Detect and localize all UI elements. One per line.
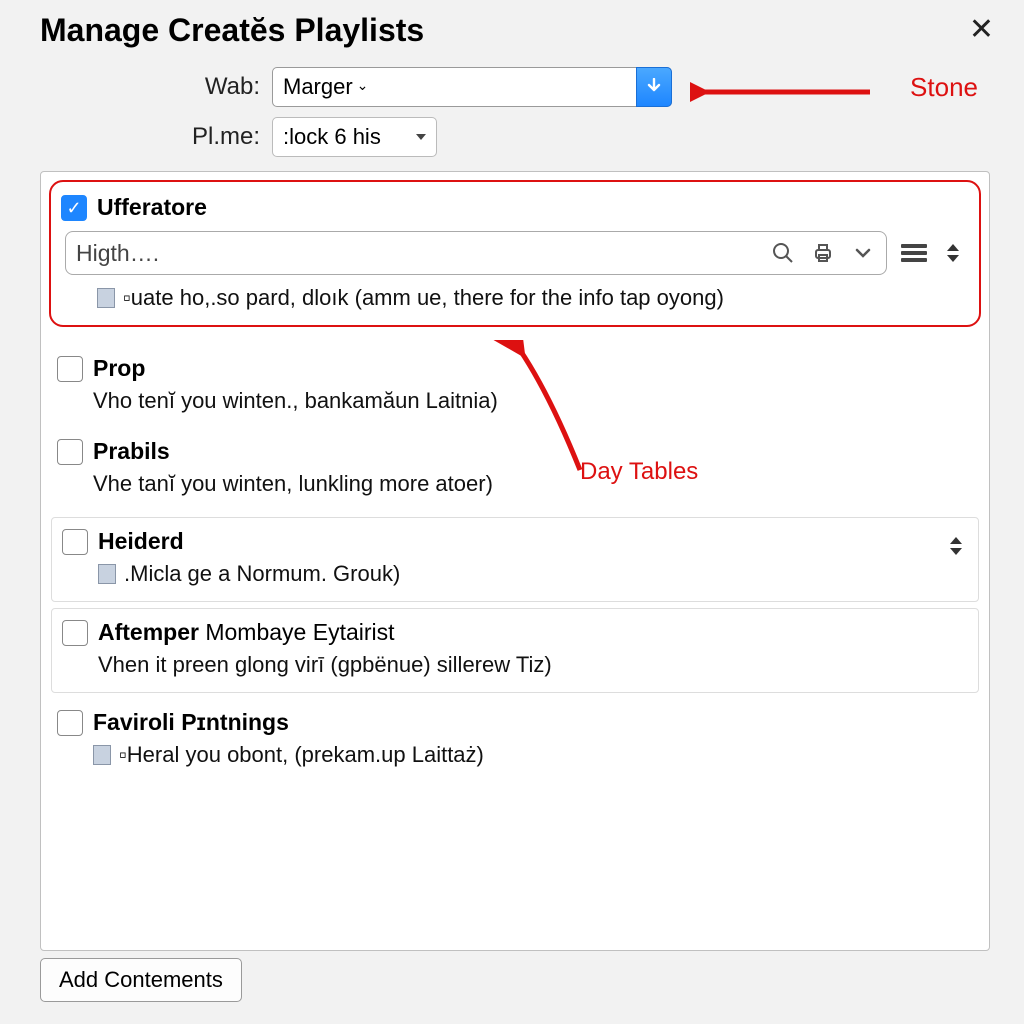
item-desc: ▫uate ho,.so pard, dloık (amm ue, there …: [123, 285, 724, 311]
thumbnail-icon: [93, 745, 111, 765]
item-desc: Vho tenĭ you winten., bankamăun Laitnia): [93, 388, 971, 414]
item-title: Faviroli Pɪntnings: [93, 709, 289, 736]
options-listbox: ✓ Ufferatore Higth….: [40, 171, 990, 951]
checkbox[interactable]: [57, 439, 83, 465]
list-item: Prabils Vhe tanĭ you winten, lunkling mo…: [47, 428, 983, 511]
search-icon[interactable]: [770, 240, 796, 266]
chevron-down-icon[interactable]: [850, 240, 876, 266]
list-item: Faviroli Pɪntnings ▫Heral you obont, (pr…: [47, 699, 983, 782]
checkbox[interactable]: [57, 356, 83, 382]
wab-label: Wab:: [180, 73, 260, 101]
wab-dropdown[interactable]: Marger: [272, 67, 672, 107]
item-desc: .Micla ge a Normum. Grouk): [124, 561, 400, 587]
list-item: Prop Vho tenĭ you winten., bankamăun Lai…: [47, 345, 983, 428]
checkbox[interactable]: [57, 710, 83, 736]
sort-handle[interactable]: [950, 532, 964, 560]
download-arrow-icon: [646, 78, 662, 96]
item-title: Heiderd: [98, 528, 184, 555]
item-title: Prabils: [93, 438, 170, 465]
item-desc: Vhe tanĭ you winten, lunkling more atoer…: [93, 471, 971, 497]
item-title: Aftemper Mombaye Eytairist: [98, 619, 395, 646]
checkbox[interactable]: [62, 529, 88, 555]
thumbnail-icon: [98, 564, 116, 584]
list-item: Heiderd .Micla ge a Normum. Grouk): [51, 517, 979, 602]
item-desc: Vhen it preen glong virī (gpbënue) sille…: [98, 652, 966, 678]
hamburger-icon[interactable]: [901, 244, 927, 262]
dialog-title: Manage Creatĕs Playlists: [40, 12, 424, 49]
plme-dropdown[interactable]: :lock 6 his: [272, 117, 437, 157]
wab-dropdown-button[interactable]: [636, 67, 672, 107]
plme-label: Pl.me:: [180, 123, 260, 151]
checkbox[interactable]: [62, 620, 88, 646]
dialog: Manage Creatĕs Playlists ✕ Wab: Marger P…: [0, 0, 1024, 1024]
close-button[interactable]: ✕: [963, 12, 1000, 47]
item-desc: ▫Heral you obont, (prekam.up Laittaż): [119, 742, 484, 768]
item-title: Prop: [93, 355, 145, 382]
ufferatore-checkbox[interactable]: ✓: [61, 195, 87, 221]
wab-dropdown-value: Marger: [283, 74, 368, 100]
sort-handle[interactable]: [947, 239, 961, 267]
list-item: Aftemper Mombaye Eytairist Vhen it preen…: [51, 608, 979, 693]
item-title: Ufferatore: [97, 194, 207, 221]
plme-dropdown-value: :lock 6 his: [283, 124, 381, 150]
search-placeholder: Higth….: [76, 240, 756, 267]
search-input[interactable]: Higth….: [65, 231, 887, 275]
highlighted-section: ✓ Ufferatore Higth….: [49, 180, 981, 327]
print-icon[interactable]: [810, 240, 836, 266]
add-contements-button[interactable]: Add Contements: [40, 958, 242, 1002]
thumbnail-icon: [97, 288, 115, 308]
